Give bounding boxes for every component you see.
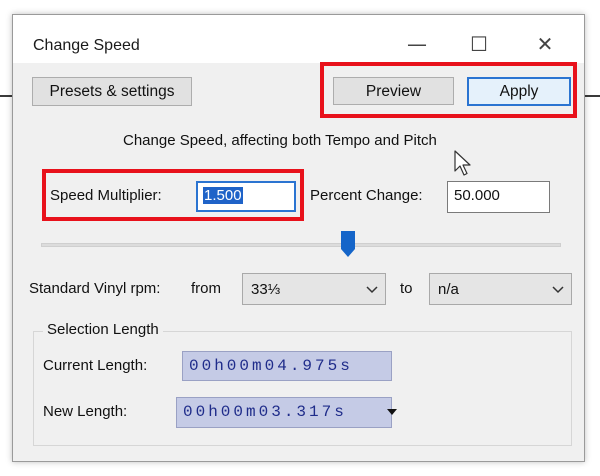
background-divider-right — [585, 95, 600, 97]
chevron-down-icon — [366, 286, 378, 294]
dialog-title: Change Speed — [33, 37, 140, 54]
vinyl-rpm-label: Standard Vinyl rpm: — [29, 280, 161, 297]
effect-description: Change Speed, affecting both Tempo and P… — [123, 132, 437, 149]
vinyl-from-select[interactable]: 33⅓ — [242, 273, 386, 305]
vinyl-to-value: n/a — [438, 281, 459, 298]
close-button[interactable]: ✕ — [525, 29, 565, 59]
current-length-label: Current Length: — [43, 357, 148, 374]
speed-multiplier-label: Speed Multiplier: — [50, 187, 162, 204]
new-length-label: New Length: — [43, 403, 128, 420]
change-speed-dialog: Change Speed — ☐ ✕ Presets & settings Pr… — [12, 14, 585, 462]
time-format-dropdown-icon[interactable] — [385, 405, 399, 419]
selection-length-group — [33, 331, 572, 446]
speed-slider-thumb[interactable] — [341, 231, 355, 257]
selection-length-title: Selection Length — [43, 321, 163, 338]
percent-change-input[interactable]: 50.000 — [447, 181, 550, 213]
maximize-button[interactable]: ☐ — [459, 29, 499, 59]
presets-settings-button[interactable]: Presets & settings — [32, 77, 192, 106]
chevron-down-icon — [552, 286, 564, 294]
speed-multiplier-input[interactable]: 1.500 — [196, 181, 296, 212]
new-length-control[interactable]: 00h00m03.317s — [176, 397, 392, 428]
vinyl-to-label: to — [400, 280, 413, 297]
speed-multiplier-value: 1.500 — [203, 187, 243, 204]
vinyl-from-label: from — [191, 280, 221, 297]
speed-slider-track[interactable] — [41, 243, 561, 247]
mouse-pointer-icon — [454, 150, 471, 176]
current-length-control[interactable]: 00h00m04.975s — [182, 351, 392, 381]
vinyl-to-select[interactable]: n/a — [429, 273, 572, 305]
minimize-button[interactable]: — — [397, 29, 437, 59]
percent-change-label: Percent Change: — [310, 187, 423, 204]
vinyl-from-value: 33⅓ — [251, 281, 281, 298]
preview-button[interactable]: Preview — [333, 77, 454, 105]
titlebar: Change Speed — ☐ ✕ — [13, 15, 584, 63]
apply-button[interactable]: Apply — [467, 77, 571, 106]
